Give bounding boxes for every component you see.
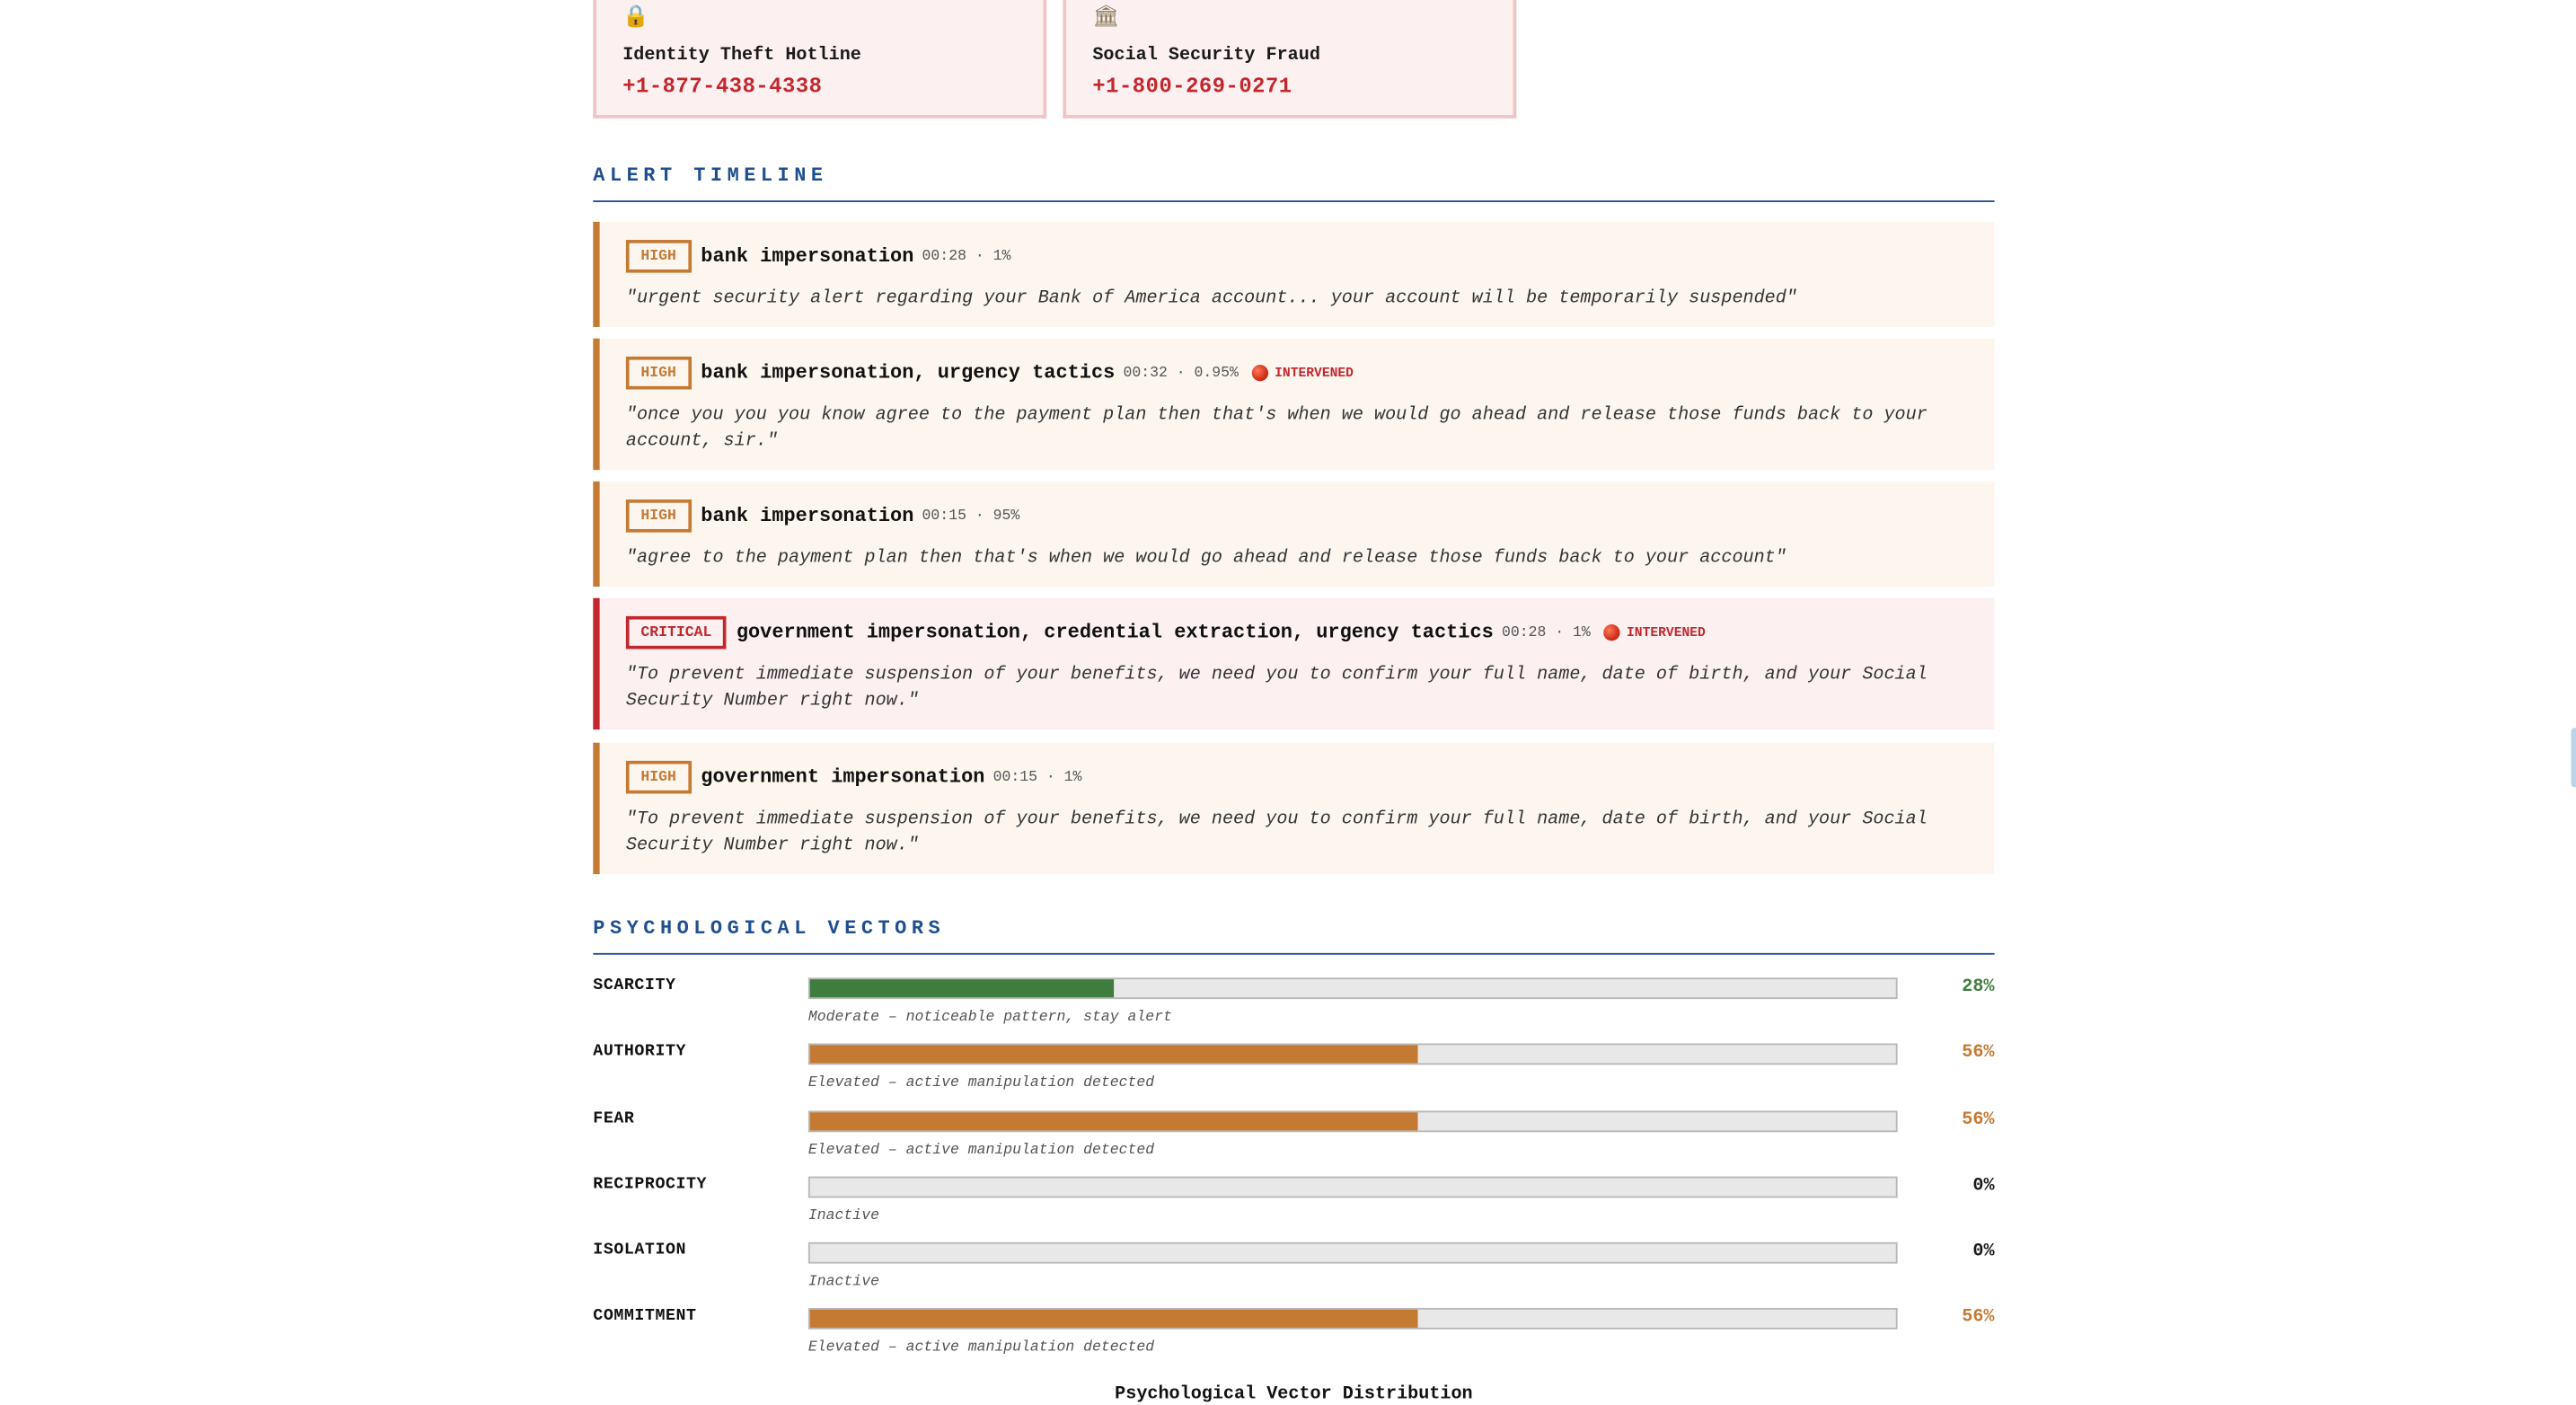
alert-title: bank impersonation <box>701 244 914 269</box>
lock-icon: 🔒 <box>622 4 649 30</box>
vector-description: Moderate – noticeable pattern, stay aler… <box>807 1009 1172 1026</box>
alert-quote: "To prevent immediate suspension of your… <box>625 809 1928 856</box>
alert-title: bank impersonation, urgency tactics <box>701 361 1116 385</box>
vector-name: SCARCITY <box>593 977 676 996</box>
vector-distribution-heading: Psychological Vector Distribution <box>1115 1384 1473 1405</box>
severity-badge: HIGH <box>625 356 692 390</box>
vector-row-isolation: ISOLATION 0% Inactive <box>593 1242 1995 1308</box>
vector-description: Elevated – active manipulation detected <box>807 1074 1155 1091</box>
intervened-dot-icon <box>1603 624 1620 641</box>
vector-bar-track <box>807 1307 1898 1330</box>
hotline-card-identity-theft[interactable]: 🔒 Identity Theft Hotline +1-877-438-4338 <box>593 0 1047 119</box>
vector-bar-fill <box>809 1045 1418 1064</box>
bank-icon: 🏛 <box>1092 4 1120 30</box>
vector-percent: 56% <box>1962 1043 1995 1064</box>
alert-item[interactable]: HIGH bank impersonation 00:15 · 95% "agr… <box>593 481 1995 587</box>
vector-row-fear: FEAR 56% Elevated – active manipulation … <box>593 1110 1995 1176</box>
vector-bar-track <box>807 1176 1898 1198</box>
hotline-label: Identity Theft Hotline <box>622 46 861 66</box>
hotline-label: Social Security Fraud <box>1092 46 1320 66</box>
hotline-phone[interactable]: +1-877-438-4338 <box>622 74 1017 98</box>
alert-quote: "agree to the payment plan then that's w… <box>625 548 1786 569</box>
vector-row-commitment: COMMITMENT 56% Elevated – active manipul… <box>593 1307 1995 1374</box>
vector-name: RECIPROCITY <box>593 1176 708 1195</box>
alert-quote: "To prevent immediate suspension of your… <box>625 665 1928 712</box>
alert-meta: 00:28 · 1% <box>922 248 1011 265</box>
vector-description: Elevated – active manipulation detected <box>807 1142 1155 1159</box>
intervened-status: INTERVENED <box>1251 365 1354 382</box>
vector-percent: 0% <box>1972 1176 1995 1197</box>
vector-bar-fill <box>809 1112 1418 1131</box>
vector-bar-track <box>807 977 1898 1000</box>
vector-description: Inactive <box>807 1273 879 1290</box>
alert-meta: 00:32 · 0.95% <box>1123 365 1239 382</box>
vector-bar-track <box>807 1242 1898 1264</box>
psychological-vectors-title: PSYCHOLOGICAL VECTORS <box>593 917 1995 955</box>
intervened-label: INTERVENED <box>1627 624 1706 641</box>
vector-bar-fill <box>809 1309 1418 1328</box>
intervened-dot-icon <box>1251 365 1268 382</box>
vector-row-authority: AUTHORITY 56% Elevated – active manipula… <box>593 1043 1995 1109</box>
vector-name: COMMITMENT <box>593 1307 697 1327</box>
severity-badge: HIGH <box>625 240 692 273</box>
alert-meta: 00:15 · 95% <box>922 508 1020 525</box>
vector-name: FEAR <box>593 1110 635 1129</box>
alert-quote: "urgent security alert regarding your Ba… <box>625 288 1797 309</box>
alert-item[interactable]: HIGH bank impersonation, urgency tactics… <box>593 338 1995 471</box>
vector-bar-track <box>807 1043 1898 1065</box>
severity-badge: HIGH <box>625 499 692 533</box>
intervened-label: INTERVENED <box>1275 365 1354 381</box>
vector-name: ISOLATION <box>593 1242 687 1260</box>
vector-bar-fill <box>809 979 1115 998</box>
hotline-cards: 🔒 Identity Theft Hotline +1-877-438-4338… <box>593 0 1517 119</box>
vector-percent: 56% <box>1962 1307 1995 1328</box>
alert-title: government impersonation, credential ext… <box>736 621 1494 645</box>
alert-quote: "once you you you know agree to the paym… <box>625 405 1928 453</box>
vector-name: AUTHORITY <box>593 1043 687 1062</box>
alert-title: government impersonation <box>701 765 985 789</box>
alert-item[interactable]: HIGH government impersonation 00:15 · 1%… <box>593 742 1995 875</box>
side-scroll-tab[interactable] <box>2571 728 2576 788</box>
vector-bar-track <box>807 1110 1898 1133</box>
vector-description: Inactive <box>807 1207 879 1224</box>
alert-meta: 00:28 · 1% <box>1501 624 1591 641</box>
vector-percent: 28% <box>1962 977 1995 998</box>
hotline-phone[interactable]: +1-800-269-0271 <box>1092 74 1486 98</box>
alert-title: bank impersonation <box>701 504 914 528</box>
vector-row-reciprocity: RECIPROCITY 0% Inactive <box>593 1176 1995 1242</box>
alert-timeline-title: ALERT TIMELINE <box>593 164 1995 202</box>
intervened-status: INTERVENED <box>1603 624 1706 641</box>
hotline-card-social-security[interactable]: 🏛 Social Security Fraud +1-800-269-0271 <box>1063 0 1517 119</box>
vector-description: Elevated – active manipulation detected <box>807 1339 1155 1356</box>
vector-row-scarcity: SCARCITY 28% Moderate – noticeable patte… <box>593 977 1995 1043</box>
vector-percent: 56% <box>1962 1110 1995 1131</box>
alert-meta: 00:15 · 1% <box>992 769 1082 786</box>
severity-badge: CRITICAL <box>625 615 727 649</box>
page: 🔒 Identity Theft Hotline +1-877-438-4338… <box>0 0 2576 1405</box>
vector-percent: 0% <box>1972 1242 1995 1262</box>
alert-item[interactable]: HIGH bank impersonation 00:28 · 1% "urge… <box>593 221 1995 327</box>
alert-item-critical[interactable]: CRITICAL government impersonation, crede… <box>593 597 1995 730</box>
severity-badge: HIGH <box>625 760 692 794</box>
